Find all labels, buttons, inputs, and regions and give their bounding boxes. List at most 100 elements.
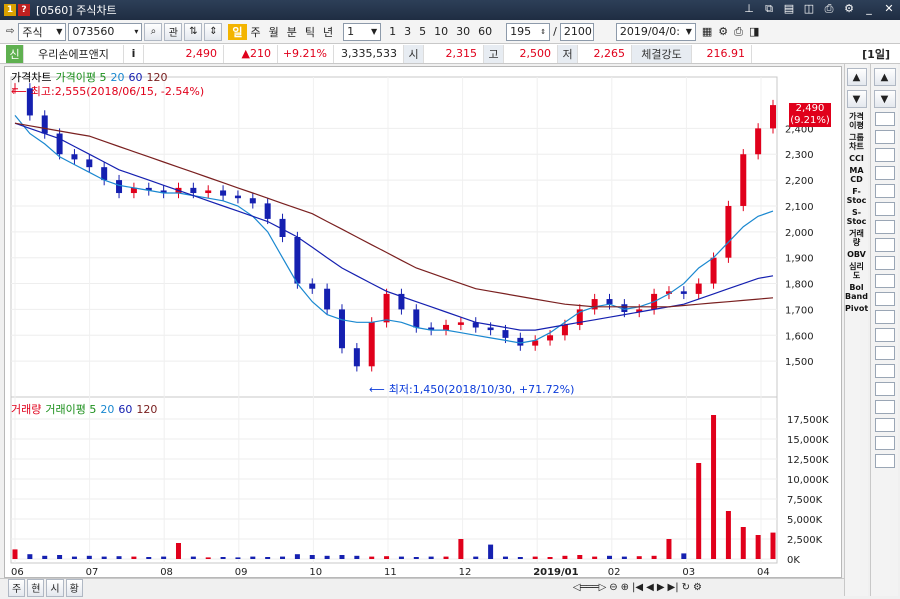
chevron-up-icon[interactable]: ▲	[873, 68, 896, 86]
tab-market[interactable]: 시	[46, 578, 64, 597]
print-icon[interactable]: ⎙	[734, 25, 743, 39]
search-icon[interactable]: ⌕	[144, 22, 163, 41]
tab-current[interactable]: 현	[27, 578, 45, 597]
next-icon[interactable]: ▶	[657, 582, 665, 593]
interval-select[interactable]: 1 ▼	[343, 22, 382, 41]
indicator-pivot[interactable]: Pivot	[845, 304, 868, 313]
minimize-icon[interactable]: _	[862, 2, 876, 16]
indicator-psy[interactable]: 심리 도	[845, 262, 868, 280]
refresh-icon[interactable]: ↻	[682, 582, 690, 593]
copy-icon[interactable]: ◫	[802, 2, 816, 16]
volume-bar	[607, 555, 613, 559]
rectangle-icon[interactable]	[874, 256, 895, 270]
cursor-icon[interactable]	[874, 112, 895, 126]
chevron-down-icon[interactable]: ▼	[846, 90, 867, 108]
preset-60[interactable]: 60	[478, 25, 492, 38]
link-icon[interactable]: ⧉	[762, 2, 776, 16]
scroll-controls: ◁═══▷ ⊖ ⊕ |◀ ◀ ▶ ▶| ↻ ⚙	[573, 582, 702, 593]
preset-1[interactable]: 1	[389, 25, 396, 38]
legend-vma20: 20	[100, 402, 115, 416]
indicator-fstoc[interactable]: F- Stoc	[845, 187, 868, 205]
preset-10[interactable]: 10	[434, 25, 448, 38]
info-icon[interactable]: i	[124, 44, 144, 63]
save-icon[interactable]	[874, 436, 895, 450]
chevron-up-icon[interactable]: ▲	[846, 68, 867, 86]
config-icon[interactable]: ⚙	[718, 25, 728, 39]
indicator-volume[interactable]: 거래 량	[845, 229, 868, 247]
last-icon[interactable]: ▶|	[668, 582, 679, 593]
candle-body	[234, 195, 241, 199]
text-icon[interactable]	[874, 184, 895, 198]
indicator-bolband[interactable]: Bol Band	[845, 283, 868, 301]
gann-icon[interactable]	[874, 310, 895, 324]
indicator-sstoc[interactable]: S- Stoc	[845, 208, 868, 226]
stock-code-input[interactable]: 073560 ▾	[68, 22, 143, 41]
zoom-out-icon[interactable]: ⊖	[609, 582, 617, 593]
magnet-icon[interactable]	[874, 148, 895, 162]
print-icon[interactable]: ⎙	[822, 2, 836, 16]
tab-year[interactable]: 년	[319, 24, 337, 40]
swap-icon[interactable]: ⇅	[184, 22, 203, 41]
eraser-icon[interactable]	[874, 130, 895, 144]
volume-tick-label: 7,500K	[787, 495, 823, 506]
preset-3[interactable]: 3	[404, 25, 411, 38]
fibonacci-icon[interactable]	[874, 274, 895, 288]
help-badge[interactable]: ?	[18, 4, 30, 16]
indicator-cci[interactable]: CCI	[845, 154, 868, 163]
fan-icon[interactable]	[874, 292, 895, 306]
tab-sector[interactable]: 황	[65, 578, 83, 597]
indicator-obv[interactable]: OBV	[845, 250, 868, 259]
auto-icon[interactable]	[874, 382, 895, 396]
note-icon[interactable]	[874, 418, 895, 432]
volume-bar	[86, 555, 92, 559]
total-input[interactable]: 2100	[559, 22, 594, 41]
volume-bar	[488, 544, 494, 559]
first-icon[interactable]: |◀	[632, 582, 643, 593]
stepper-icon[interactable]: ⇕	[204, 22, 223, 41]
volume-bar	[711, 415, 717, 559]
indicator-group-chart[interactable]: 그룹 차트	[845, 133, 868, 151]
calendar-icon[interactable]	[874, 400, 895, 414]
export-icon[interactable]: ◨	[749, 25, 759, 39]
trendline-icon[interactable]	[874, 202, 895, 216]
pin-icon[interactable]: ⊥	[742, 2, 756, 16]
print-icon[interactable]	[874, 454, 895, 468]
chevron-down-icon: ▾	[134, 27, 139, 36]
close-icon[interactable]: ✕	[882, 2, 896, 16]
count-stepper[interactable]: 195 ⇕	[506, 22, 551, 41]
date-picker[interactable]: 2019/04/0: ▼	[615, 22, 696, 41]
indicator-macd[interactable]: MA CD	[845, 166, 868, 184]
nav-arrow-icon[interactable]: ⇨	[6, 26, 14, 37]
related-button[interactable]: 관	[164, 22, 183, 41]
preset-5[interactable]: 5	[419, 25, 426, 38]
indicator-price-mov[interactable]: 가격 이평	[845, 112, 868, 130]
preset-30[interactable]: 30	[456, 25, 470, 38]
tab-month[interactable]: 월	[265, 24, 283, 40]
cycle-icon[interactable]	[874, 346, 895, 360]
wave-icon[interactable]	[874, 364, 895, 378]
volume-bar	[428, 556, 434, 559]
vline-icon[interactable]	[874, 238, 895, 252]
grid-icon[interactable]: ▦	[702, 25, 712, 39]
market-select[interactable]: 주식 ▼	[18, 22, 67, 41]
settings-icon[interactable]: ⚙	[693, 582, 702, 593]
low-label: 저	[558, 44, 578, 63]
crosshair-icon[interactable]	[874, 166, 895, 180]
tab-tick[interactable]: 틱	[301, 24, 319, 40]
candle-body	[116, 180, 123, 194]
tab-minute[interactable]: 분	[283, 24, 301, 40]
save-icon[interactable]: ▤	[782, 2, 796, 16]
prev-icon[interactable]: ◀	[646, 582, 654, 593]
tab-day[interactable]: 일	[228, 23, 247, 40]
tab-main[interactable]: 주	[8, 578, 26, 597]
slider-icon[interactable]: ◁═══▷	[573, 582, 606, 593]
chevron-down-icon[interactable]: ▼	[873, 90, 896, 108]
volume-bar	[309, 555, 315, 559]
tab-week[interactable]: 주	[247, 24, 265, 40]
zoom-in-icon[interactable]: ⊕	[621, 582, 629, 593]
settings-icon[interactable]: ⚙	[842, 2, 856, 16]
channel-icon[interactable]	[874, 328, 895, 342]
chart-area[interactable]: 2,400 2,300 2,200 2,100 2,000 1,900 1,800 1,700…	[4, 66, 842, 578]
menu-badge[interactable]: 1	[4, 4, 16, 16]
hline-icon[interactable]	[874, 220, 895, 234]
